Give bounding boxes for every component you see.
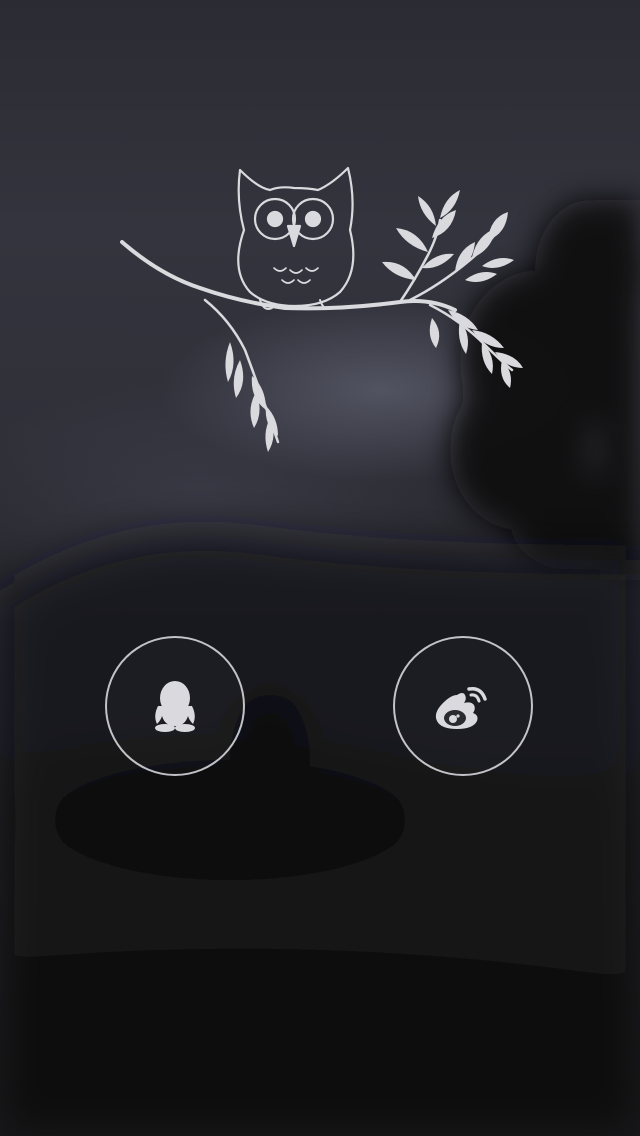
qq-login-button[interactable] <box>105 636 245 776</box>
weibo-icon <box>435 686 487 729</box>
qq-penguin-icon <box>155 681 195 732</box>
owl-on-branch-icon <box>120 166 523 452</box>
weibo-login-button[interactable] <box>393 636 533 776</box>
login-screen <box>0 0 640 1136</box>
